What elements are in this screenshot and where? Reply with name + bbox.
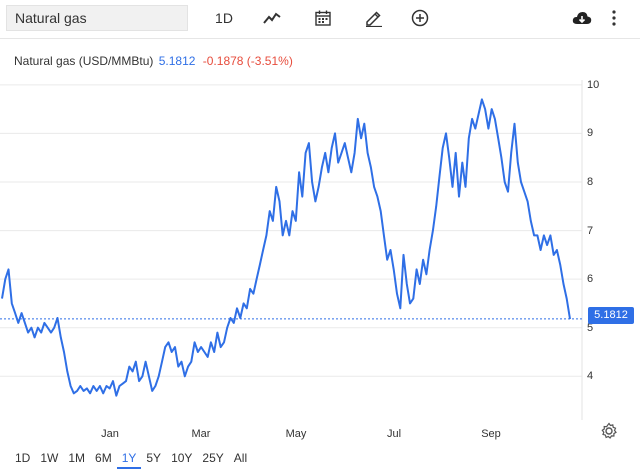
line-chart-icon [263, 12, 281, 24]
range-selector: 1D 1W 1M 6M 1Y 5Y 10Y 25Y All [10, 449, 252, 469]
range-25y[interactable]: 25Y [197, 449, 228, 467]
price-series-line [1, 98, 571, 397]
x-tick-label: May [285, 428, 307, 440]
calendar-icon [315, 10, 331, 26]
chart-settings-button[interactable] [600, 422, 618, 440]
download-button[interactable] [570, 6, 594, 30]
legend-last-price: 5.1812 [158, 54, 196, 68]
y-tick-label: 6 [587, 273, 594, 286]
range-10y[interactable]: 10Y [166, 449, 197, 467]
y-tick-label: 8 [587, 176, 594, 188]
last-price-label: 5.1812 [588, 307, 634, 324]
add-compare-icon [411, 9, 429, 27]
pencil-icon [366, 11, 382, 27]
x-tick-label: Jan [101, 428, 119, 440]
price-chart[interactable] [0, 80, 640, 440]
download-icon [572, 12, 592, 24]
more-icon [612, 10, 616, 26]
range-5y[interactable]: 5Y [141, 449, 166, 467]
range-1d[interactable]: 1D [10, 449, 35, 467]
legend-price-change: -0.1878 (-3.51%) [202, 54, 293, 68]
toolbar: Natural gas 1D [0, 0, 640, 39]
y-tick-label: 10 [587, 78, 600, 91]
date-range-button[interactable] [312, 6, 334, 30]
range-6m[interactable]: 6M [90, 449, 117, 467]
add-comparison-button[interactable] [409, 6, 431, 30]
range-1y[interactable]: 1Y [116, 449, 142, 469]
gear-icon [601, 422, 617, 439]
x-tick-label: Mar [191, 428, 211, 440]
range-1m[interactable]: 1M [63, 449, 90, 467]
x-tick-label: Jul [386, 428, 402, 440]
range-1w[interactable]: 1W [35, 449, 63, 467]
x-tick-label: Sep [481, 428, 501, 440]
range-all[interactable]: All [229, 449, 252, 467]
chart-legend: Natural gas (USD/MMBtu) 5.1812 -0.1878 (… [14, 54, 293, 68]
interval-button[interactable]: 1D [208, 6, 240, 30]
chart-type-button[interactable] [260, 6, 284, 30]
symbol-search-input[interactable]: Natural gas [6, 5, 188, 31]
y-tick-label: 9 [587, 127, 594, 140]
more-options-button[interactable] [606, 6, 622, 30]
legend-instrument-name: Natural gas (USD/MMBtu) [14, 54, 154, 68]
drawing-tools-button[interactable] [362, 6, 386, 30]
y-tick-label: 4 [587, 370, 594, 383]
y-tick-label: 7 [587, 224, 594, 237]
